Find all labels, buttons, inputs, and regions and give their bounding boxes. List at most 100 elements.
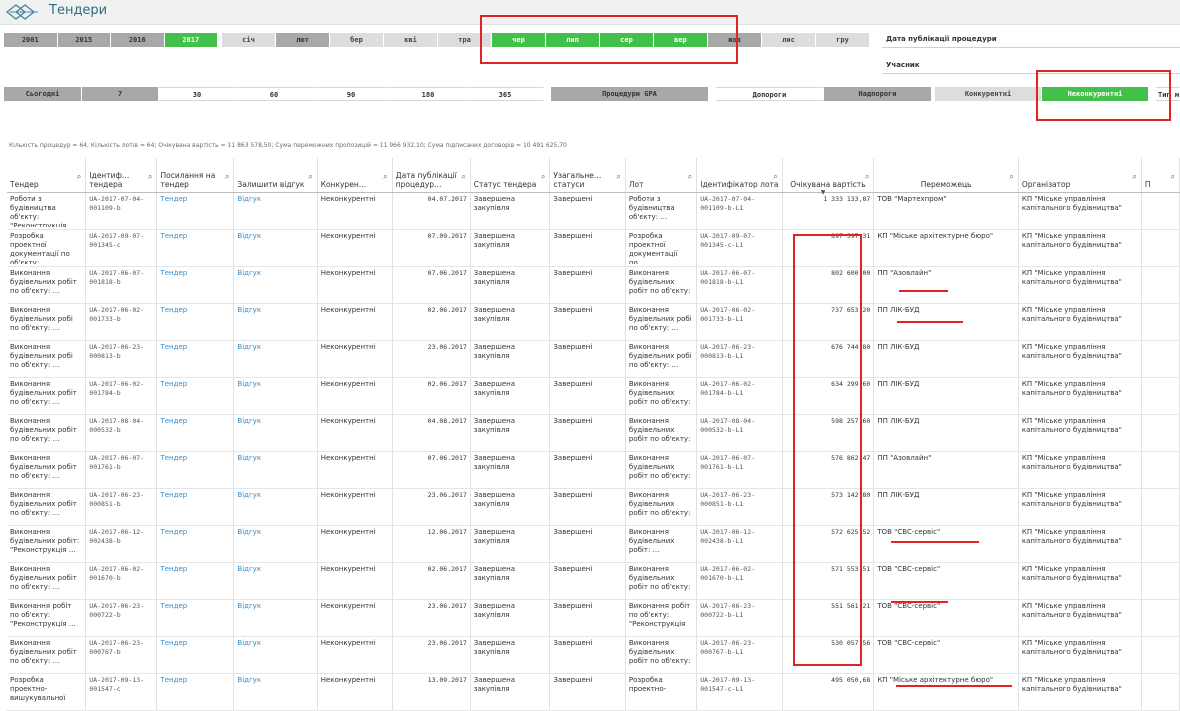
search-icon[interactable]: ⌕	[225, 172, 229, 182]
table-row[interactable]: Виконання робіт по об'єкту: "Реконструкц…	[7, 599, 1180, 637]
table-row[interactable]: Виконання будівельних робіт: "Реконструк…	[7, 525, 1180, 563]
month-button-0[interactable]: січ	[222, 33, 276, 47]
tender-link[interactable]: Тендер	[160, 602, 230, 634]
procedures-gpa-button[interactable]: Процедури GPA	[551, 87, 709, 101]
review-link[interactable]: Відгук	[237, 232, 313, 264]
table-row[interactable]: Виконання будівельних робіт по об'єкту: …	[7, 488, 1180, 526]
sort-desc-icon[interactable]: ▼	[821, 189, 826, 196]
column-header-12[interactable]: Організатор ⌕	[1018, 158, 1142, 193]
review-link[interactable]: Відгук	[237, 269, 313, 301]
table-row[interactable]: Розробка проектно-вишукувальної UA-2017-0…	[7, 673, 1180, 711]
review-link[interactable]: Відгук	[237, 602, 313, 634]
lot-id: UA-2017-06-12-002438-b-L1	[700, 527, 756, 545]
period-button-2[interactable]: 30	[159, 87, 236, 101]
search-icon[interactable]: ⌕	[77, 172, 81, 182]
search-icon[interactable]: ⌕	[688, 172, 692, 182]
column-header-3[interactable]: Залишити відгук ⌕	[233, 158, 318, 193]
search-icon[interactable]: ⌕	[1132, 172, 1136, 182]
review-link[interactable]: Відгук	[237, 454, 313, 486]
publication-date: 02.06.2017	[427, 564, 467, 573]
column-header-1[interactable]: Ідентиф… тендера ⌕	[85, 158, 158, 193]
review-link[interactable]: Відгук	[237, 195, 313, 227]
search-icon[interactable]: ⌕	[308, 172, 312, 182]
column-header-13[interactable]: П ⌕	[1141, 158, 1180, 193]
search-icon[interactable]: ⌕	[541, 172, 545, 182]
search-icon[interactable]: ⌕	[461, 172, 465, 182]
search-icon[interactable]: ⌕	[865, 172, 869, 182]
review-link[interactable]: Відгук	[237, 676, 313, 708]
competition-type: Неконкурентні	[320, 379, 376, 388]
review-link[interactable]: Відгук	[237, 528, 313, 560]
search-icon[interactable]: ⌕	[1171, 172, 1175, 182]
month-button-11[interactable]: гру	[816, 33, 870, 47]
tender-link[interactable]: Тендер	[160, 565, 230, 597]
column-header-10[interactable]: Очікувана вартість ⌕ ▼	[782, 158, 875, 196]
publication-date: 23.06.2017	[427, 638, 467, 647]
tender-link[interactable]: Тендер	[160, 454, 230, 486]
threshold-button-0[interactable]: Допороги	[716, 87, 824, 101]
tender-link[interactable]: Тендер	[160, 676, 230, 708]
tender-link[interactable]: Тендер	[160, 232, 230, 264]
threshold-button-1[interactable]: Надпороги	[824, 87, 932, 101]
search-icon[interactable]: ⌕	[383, 172, 387, 182]
table-row[interactable]: Виконання будівельних робі по об'єкту: ……	[7, 340, 1180, 378]
review-link[interactable]: Відгук	[237, 380, 313, 412]
period-button-6[interactable]: 365	[467, 87, 544, 101]
period-button-5[interactable]: 180	[390, 87, 467, 101]
tender-link[interactable]: Тендер	[160, 528, 230, 560]
search-icon[interactable]: ⌕	[773, 172, 777, 182]
tender-link[interactable]: Тендер	[160, 639, 230, 671]
column-header-8[interactable]: Лот ⌕	[625, 158, 698, 193]
tender-name: Розробка проектно-вишукувальної	[10, 675, 66, 702]
month-button-1[interactable]: лют	[276, 33, 330, 47]
month-button-10[interactable]: лис	[762, 33, 816, 47]
tender-id: UA-2017-07-04-001109-b	[89, 194, 145, 212]
period-button-0[interactable]: Сьогодні	[4, 87, 82, 101]
column-header-2[interactable]: Посилання на тендер ⌕	[156, 158, 235, 193]
month-button-3[interactable]: кві	[384, 33, 438, 47]
competition-button-0[interactable]: Конкурентні	[935, 87, 1042, 101]
review-link[interactable]: Відгук	[237, 565, 313, 597]
year-button-1[interactable]: 2015	[57, 33, 111, 47]
tender-link[interactable]: Тендер	[160, 380, 230, 412]
tender-link[interactable]: Тендер	[160, 306, 230, 338]
review-link[interactable]: Відгук	[237, 491, 313, 523]
table-row[interactable]: Виконання будівельних робіт по об'єкту: …	[7, 451, 1180, 489]
table-row[interactable]: Роботи з будівництва об'єкту: "Реконстру…	[7, 192, 1180, 230]
tender-link[interactable]: Тендер	[160, 269, 230, 301]
column-header-label: Організатор	[1021, 179, 1071, 189]
search-icon[interactable]: ⌕	[616, 172, 620, 182]
table-row[interactable]: Виконання будівельних робіт по об'єкту: …	[7, 562, 1180, 600]
tender-link[interactable]: Тендер	[160, 195, 230, 227]
column-header-11[interactable]: Переможець ⌕	[873, 158, 1019, 193]
period-button-4[interactable]: 90	[313, 87, 390, 101]
month-button-2[interactable]: бер	[330, 33, 384, 47]
table-row[interactable]: Виконання будівельних робіт по об'єкту: …	[7, 377, 1180, 415]
year-button-2[interactable]: 2016	[111, 33, 165, 47]
review-link[interactable]: Відгук	[237, 417, 313, 449]
table-row[interactable]: Виконання будівельних робі по об'єкту: ……	[7, 303, 1180, 341]
column-header-6[interactable]: Статус тендера ⌕	[470, 158, 551, 193]
table-row[interactable]: Розробка проектної документації по об'єк…	[7, 229, 1180, 267]
year-button-3[interactable]: 2017	[164, 33, 218, 47]
search-icon[interactable]: ⌕	[148, 172, 152, 182]
tender-link[interactable]: Тендер	[160, 491, 230, 523]
period-button-1[interactable]: 7	[82, 87, 159, 101]
year-button-0[interactable]: 2001	[4, 33, 58, 47]
column-header-7[interactable]: Узагальне… статуси ⌕	[549, 158, 626, 193]
review-link[interactable]: Відгук	[237, 306, 313, 338]
tender-link[interactable]: Тендер	[160, 417, 230, 449]
review-link[interactable]: Відгук	[237, 639, 313, 671]
tender-link[interactable]: Тендер	[160, 343, 230, 375]
column-header-5[interactable]: Дата публікації процедур… ⌕	[392, 158, 471, 193]
search-icon[interactable]: ⌕	[1009, 172, 1013, 182]
column-header-4[interactable]: Конкурен… ⌕	[317, 158, 393, 193]
table-row[interactable]: Виконання будівельних робіт по об'єкту: …	[7, 636, 1180, 674]
column-header-0[interactable]: Тендер ⌕	[7, 158, 87, 193]
period-button-3[interactable]: 60	[236, 87, 313, 101]
table-row[interactable]: Виконання будівельних робіт по об'єкту: …	[7, 414, 1180, 452]
review-link[interactable]: Відгук	[237, 343, 313, 375]
column-header-9[interactable]: Ідентифікатор лота ⌕	[696, 158, 783, 193]
table-row[interactable]: Виконання будівельних робіт по об'єкту: …	[7, 266, 1180, 304]
pub-date-filter[interactable]: Дата публікації процедури	[882, 31, 1180, 48]
